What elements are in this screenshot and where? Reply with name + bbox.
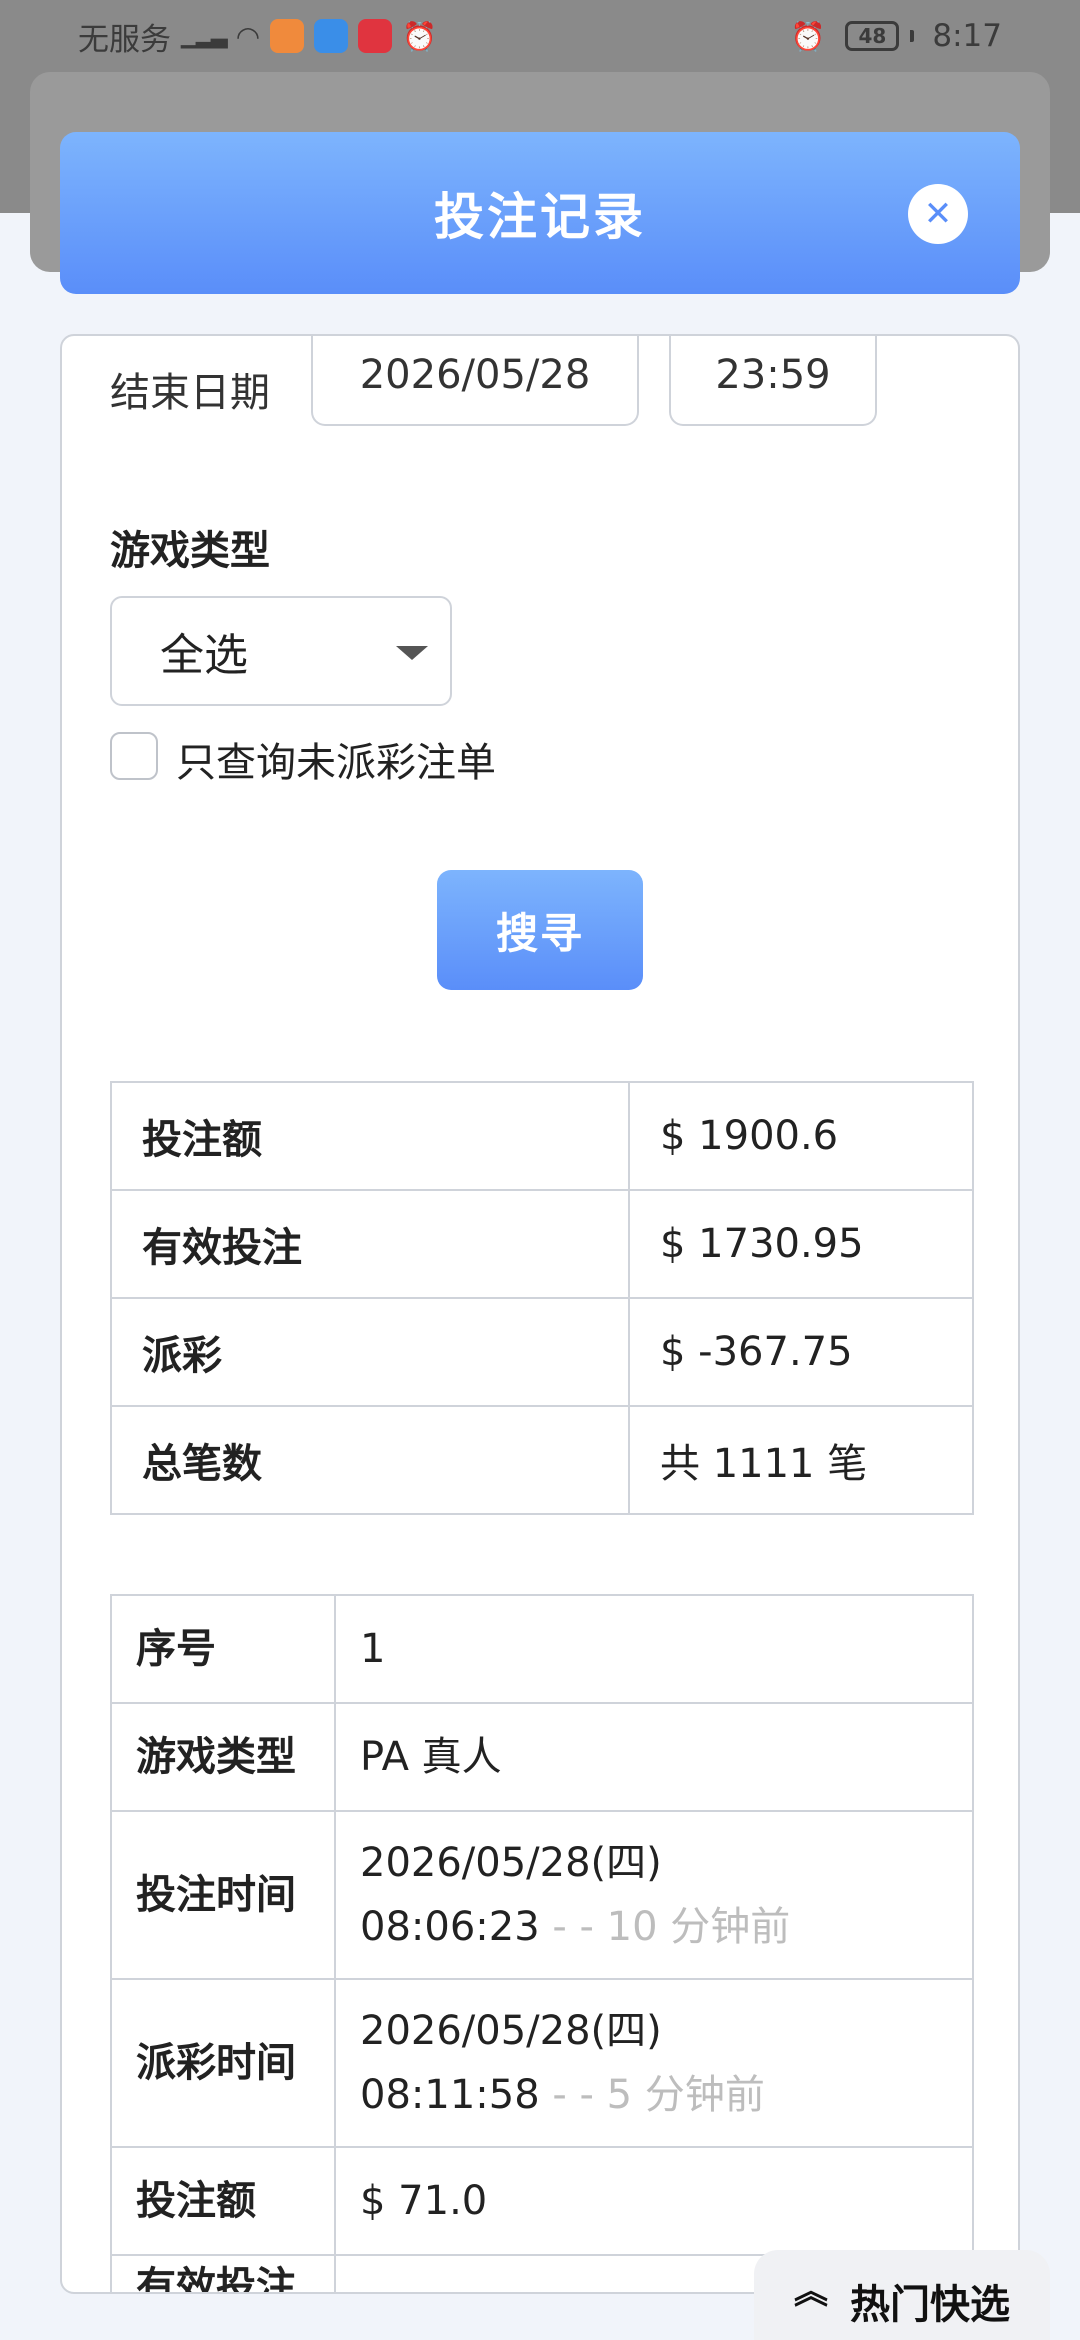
record-label: 投注额 <box>110 2146 336 2256</box>
payout-time-date: 2026/05/28(四) <box>360 2008 662 2054</box>
bet-time-ago: - - 10 分钟前 <box>539 1904 791 1950</box>
quick-select-label: 热门快选 <box>850 2282 1010 2328</box>
search-button[interactable]: 搜寻 <box>437 870 643 990</box>
summary-label: 总笔数 <box>110 1405 630 1515</box>
summary-label: 投注额 <box>110 1081 630 1191</box>
reader-app-icon <box>358 19 393 53</box>
table-row: 序号 1 <box>110 1594 974 1704</box>
table-row: 有效投注 $ 1730.95 <box>110 1189 974 1299</box>
close-icon: ✕ <box>923 194 953 234</box>
record-value: 2026/05/28(四) 08:11:58 - - 5 分钟前 <box>334 1978 974 2148</box>
status-bar-right: ⏰ 48 8:17 <box>791 18 1003 54</box>
record-value: PA 真人 <box>334 1702 974 1812</box>
table-row: 投注额 $ 1900.6 <box>110 1081 974 1191</box>
summary-table: 投注额 $ 1900.6 有效投注 $ 1730.95 派彩 $ -367.75… <box>110 1081 974 1515</box>
table-row: 派彩 $ -367.75 <box>110 1297 974 1407</box>
clock: 8:17 <box>932 18 1002 54</box>
bet-time-clock: 08:06:23 <box>360 1904 540 1950</box>
game-type-label: 游戏类型 <box>110 528 270 574</box>
table-row: 游戏类型 PA 真人 <box>110 1702 974 1812</box>
table-row: 投注额 $ 71.0 <box>110 2146 974 2256</box>
carrier-text: 无服务 <box>78 21 171 58</box>
status-bar-left: 无服务 ▁▂▃ ◠ ⏰ <box>78 14 437 59</box>
record-detail-table: 序号 1 游戏类型 PA 真人 投注时间 2026/05/28(四) 08:06… <box>110 1594 974 2292</box>
browser-app-icon <box>314 19 349 53</box>
wifi-icon: ◠ <box>235 19 261 53</box>
battery-icon: 48 <box>845 21 900 51</box>
record-value: 2026/05/28(四) 08:06:23 - - 10 分钟前 <box>334 1810 974 1980</box>
unsettled-only-label[interactable]: 只查询未派彩注单 <box>176 730 496 788</box>
bet-time-line: 08:06:23 - - 10 分钟前 <box>360 1895 948 1959</box>
summary-label: 有效投注 <box>110 1189 630 1299</box>
signal-icon: ▁▂▃ <box>181 23 228 49</box>
record-label: 投注时间 <box>110 1810 336 1980</box>
record-label: 游戏类型 <box>110 1702 336 1812</box>
table-row: 投注时间 2026/05/28(四) 08:06:23 - - 10 分钟前 <box>110 1810 974 1980</box>
payout-time-clock: 08:11:58 <box>360 2072 540 2118</box>
alarm-icon: ⏰ <box>402 19 438 53</box>
battery-nub <box>910 30 915 42</box>
caret-down-icon <box>396 646 428 660</box>
chevron-up-icon: ︽ <box>794 2272 828 2312</box>
payout-time-ago: - - 5 分钟前 <box>539 2072 765 2118</box>
video-app-icon <box>270 19 305 53</box>
status-bar: 无服务 ▁▂▃ ◠ ⏰ ⏰ 48 8:17 <box>0 0 1080 72</box>
bet-record-panel: 结束日期 2026/05/28 23:59 游戏类型 全选 只查询未派彩注单 搜… <box>60 334 1020 2294</box>
bet-time-date: 2026/05/28(四) <box>360 1840 662 1886</box>
summary-value: 共 1111 笔 <box>628 1405 974 1515</box>
game-type-select[interactable]: 全选 <box>110 596 452 706</box>
summary-value: $ 1730.95 <box>628 1189 974 1299</box>
modal-title: 投注记录 <box>434 188 646 246</box>
summary-value: $ -367.75 <box>628 1297 974 1407</box>
record-label: 序号 <box>110 1594 336 1704</box>
battery-level: 48 <box>858 24 887 48</box>
payout-time-line: 08:11:58 - - 5 分钟前 <box>360 2063 948 2127</box>
record-value: $ 71.0 <box>334 2146 974 2256</box>
game-type-selected: 全选 <box>160 630 248 681</box>
unsettled-only-checkbox[interactable] <box>110 732 158 780</box>
alarm-icon: ⏰ <box>790 19 826 53</box>
modal-header: 投注记录 ✕ <box>60 132 1020 294</box>
table-row: 派彩时间 2026/05/28(四) 08:11:58 - - 5 分钟前 <box>110 1978 974 2148</box>
summary-label: 派彩 <box>110 1297 630 1407</box>
end-time-input[interactable]: 23:59 <box>669 336 877 426</box>
record-label: 有效投注 <box>110 2254 336 2292</box>
summary-value: $ 1900.6 <box>628 1081 974 1191</box>
end-date-input[interactable]: 2026/05/28 <box>311 336 639 426</box>
quick-select-button[interactable]: ︽ 热门快选 <box>754 2250 1050 2340</box>
record-value: 1 <box>334 1594 974 1704</box>
end-date-label: 结束日期 <box>110 370 270 416</box>
close-button[interactable]: ✕ <box>908 184 968 244</box>
record-label: 派彩时间 <box>110 1978 336 2148</box>
table-row: 总笔数 共 1111 笔 <box>110 1405 974 1515</box>
